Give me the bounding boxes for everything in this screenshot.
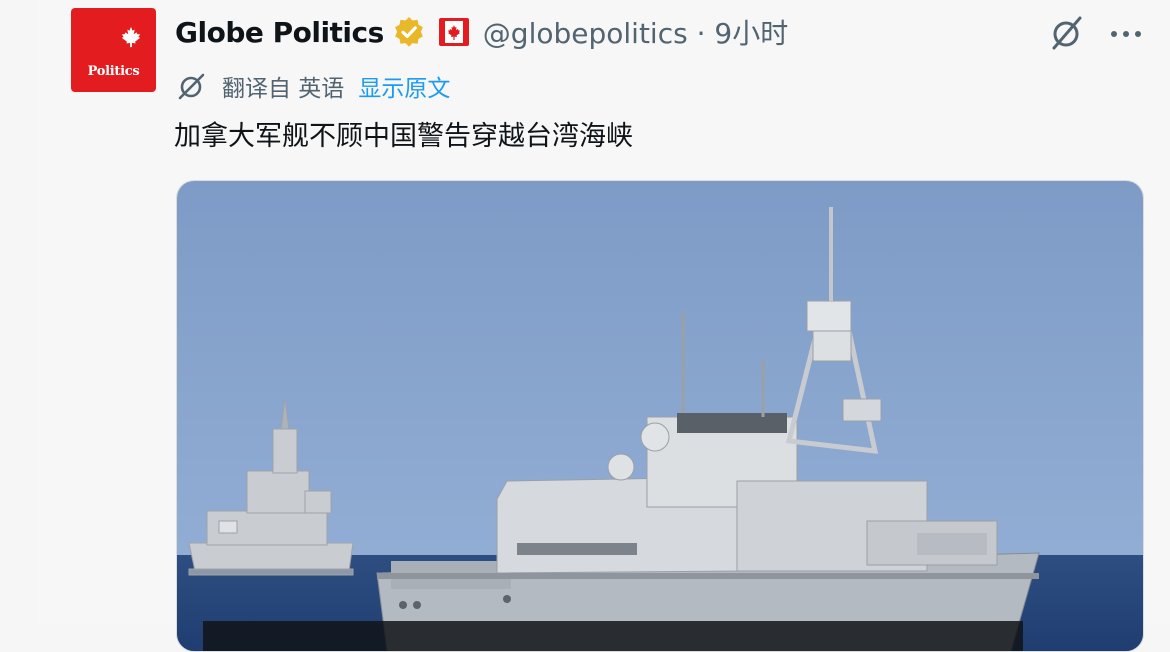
verified-badge-icon <box>394 17 423 47</box>
tweet-actions <box>1048 14 1146 52</box>
translated-from-label: 翻译自 英语 <box>222 76 345 102</box>
more-icon[interactable] <box>1106 18 1146 48</box>
separator: · <box>696 17 706 50</box>
translation-row: 翻译自 英语 显示原文 <box>176 70 450 102</box>
avatar-label: Politics <box>87 64 140 79</box>
translate-icon <box>178 73 205 100</box>
grok-icon[interactable] <box>1048 14 1086 52</box>
display-name[interactable]: Globe Politics <box>175 16 384 49</box>
handle[interactable]: @globepolitics · 9小时 <box>483 12 788 52</box>
tweet-text: 加拿大军舰不顾中国警告穿越台湾海峡 <box>174 121 633 152</box>
maple-leaf-icon <box>121 26 141 48</box>
show-original-link[interactable]: 显示原文 <box>358 69 450 103</box>
canada-flag-icon <box>438 18 469 46</box>
tweet-header: Globe Politics @globepolitics · 9小时 <box>175 12 788 52</box>
timestamp[interactable]: 9小时 <box>714 17 788 50</box>
avatar[interactable]: Politics <box>71 8 156 92</box>
tweet-photo[interactable] <box>176 180 1144 652</box>
warship-photo <box>177 181 1143 651</box>
